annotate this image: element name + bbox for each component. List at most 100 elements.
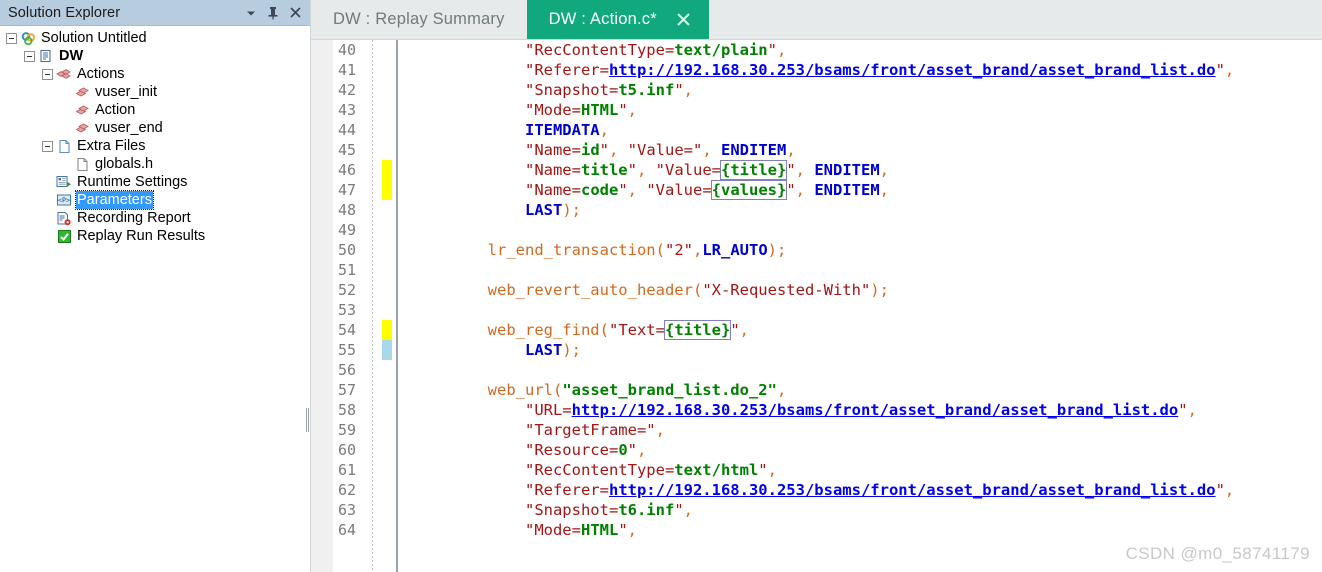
tabstrip-filler — [708, 0, 1322, 39]
code-token: web_reg_find — [487, 321, 600, 339]
code-line[interactable]: "Name=code", "Value={values}", ENDITEM, — [413, 180, 1322, 200]
solution-tree[interactable]: Solution Untitled DW Actions vuser_init … — [0, 26, 310, 572]
code-token: LR_AUTO — [702, 241, 768, 259]
code-line[interactable]: "Mode=HTML", — [413, 520, 1322, 540]
tab-dw-action-c[interactable]: DW : Action.c* — [526, 0, 709, 39]
line-number: 43 — [338, 101, 357, 119]
code-line[interactable]: "Mode=HTML", — [413, 100, 1322, 120]
line-number: 42 — [338, 81, 357, 99]
tree-item-solution-untitled[interactable]: Solution Untitled — [0, 29, 310, 47]
code-token: id — [580, 141, 600, 159]
tree-item-parameters[interactable]: <P> Parameters — [0, 190, 310, 210]
recording-report-icon — [56, 210, 72, 226]
code-line[interactable]: "RecContentType=text/plain", — [413, 40, 1322, 60]
change-marker — [382, 160, 392, 180]
chevron-down-icon[interactable] — [240, 2, 262, 24]
code-token: "Value= — [655, 161, 721, 179]
code-token: , — [776, 381, 787, 399]
code-token: ENDITEM — [814, 161, 880, 179]
code-token: , — [637, 161, 656, 179]
code-editor[interactable]: 40 41 42 43 44 45 46 47 48 49 50 51 52 53 54 55 56 57 58 59… — [311, 40, 1322, 572]
code-line[interactable]: lr_end_transaction("2",LR_AUTO); — [413, 240, 1322, 260]
tree-item-vuser-end[interactable]: vuser_end — [0, 119, 310, 137]
code-line[interactable]: "Snapshot=t6.inf", — [413, 500, 1322, 520]
code-token: ( — [552, 381, 563, 399]
tree-item-replay-run-results[interactable]: Replay Run Results — [0, 227, 310, 245]
pane-splitter-handle[interactable] — [305, 408, 310, 432]
code-token: " — [786, 161, 796, 179]
code-token: , — [683, 81, 693, 99]
code-token: web_revert_auto_header — [487, 281, 693, 299]
code-line[interactable] — [413, 300, 1322, 320]
code-line[interactable]: "Snapshot=t5.inf", — [413, 80, 1322, 100]
line-number: 56 — [338, 361, 357, 379]
code-line[interactable] — [413, 220, 1322, 240]
tree-item-extra-files[interactable]: Extra Files — [0, 137, 310, 155]
code-token: " — [786, 181, 796, 199]
code-token: HTML — [580, 521, 619, 539]
code-token: , — [599, 121, 609, 139]
url-link[interactable]: http://192.168.30.253/bsams/front/asset_… — [609, 61, 1216, 79]
tree-item-label: Extra Files — [77, 138, 146, 154]
change-marker — [382, 180, 392, 200]
expander-collapse-icon[interactable] — [42, 68, 53, 80]
code-line[interactable]: "RecContentType=text/html", — [413, 460, 1322, 480]
line-number: 54 — [338, 321, 357, 339]
code-token: , — [1224, 481, 1235, 499]
code-line[interactable]: "Name=id", "Value=", ENDITEM, — [413, 140, 1322, 160]
code-line[interactable]: "Referer=http://192.168.30.253/bsams/fro… — [413, 480, 1322, 500]
code-token: , — [627, 181, 647, 199]
close-icon[interactable] — [284, 2, 306, 24]
code-line[interactable]: "TargetFrame=", — [413, 420, 1322, 440]
code-token: ENDITEM — [721, 141, 787, 159]
code-line[interactable]: web_revert_auto_header("X-Requested-With… — [413, 280, 1322, 300]
url-link[interactable]: http://192.168.30.253/bsams/front/asset_… — [609, 481, 1216, 499]
code-token: , — [776, 41, 787, 59]
extra-files-icon — [56, 138, 72, 154]
code-line[interactable]: LAST); — [413, 200, 1322, 220]
code-line[interactable]: web_reg_find("Text={title}", — [413, 320, 1322, 340]
tree-item-action[interactable]: Action — [0, 101, 310, 119]
code-line[interactable]: ITEMDATA, — [413, 120, 1322, 140]
code-line[interactable] — [413, 260, 1322, 280]
code-line[interactable] — [413, 360, 1322, 380]
header-file-icon — [74, 156, 90, 172]
tree-item-runtime-settings[interactable]: Runtime Settings — [0, 173, 310, 191]
tree-item-label: vuser_end — [95, 120, 163, 136]
code-token: " — [767, 41, 777, 59]
code-token: , — [767, 461, 777, 479]
tree-item-vuser-init[interactable]: vuser_init — [0, 83, 310, 101]
tree-item-actions[interactable]: Actions — [0, 65, 310, 83]
tree-item-globals-h[interactable]: globals.h — [0, 155, 310, 173]
tab-close-icon[interactable] — [673, 9, 695, 31]
code-line[interactable]: "Referer=http://192.168.30.253/bsams/fro… — [413, 60, 1322, 80]
code-line[interactable]: "Name=title", "Value={title}", ENDITEM, — [413, 160, 1322, 180]
expander-collapse-icon[interactable] — [24, 50, 35, 62]
script-icon — [38, 48, 54, 64]
code-token: , — [692, 241, 703, 259]
expander-collapse-icon[interactable] — [6, 32, 17, 44]
line-number: 62 — [338, 481, 357, 499]
tree-item-recording-report[interactable]: Recording Report — [0, 209, 310, 227]
line-number: 63 — [338, 501, 357, 519]
pin-icon[interactable] — [262, 2, 284, 24]
code-line[interactable]: LAST); — [413, 340, 1322, 360]
expander-collapse-icon[interactable] — [42, 140, 53, 152]
url-link[interactable]: http://192.168.30.253/bsams/front/asset_… — [572, 401, 1179, 419]
code-content[interactable]: "RecContentType=text/plain", "Referer=ht… — [403, 40, 1322, 572]
code-token: "Snapshot= — [524, 501, 619, 519]
line-number: 60 — [338, 441, 357, 459]
tree-item-dw[interactable]: DW — [0, 47, 310, 65]
code-line[interactable]: "URL=http://192.168.30.253/bsams/front/a… — [413, 400, 1322, 420]
gutter-divider — [372, 40, 373, 572]
code-line[interactable]: web_url("asset_brand_list.do_2", — [413, 380, 1322, 400]
bookmark-margin[interactable] — [311, 40, 334, 572]
code-line[interactable]: "Resource=0", — [413, 440, 1322, 460]
tab-dw-replay-summary[interactable]: DW : Replay Summary — [311, 0, 527, 39]
line-number: 44 — [338, 121, 357, 139]
